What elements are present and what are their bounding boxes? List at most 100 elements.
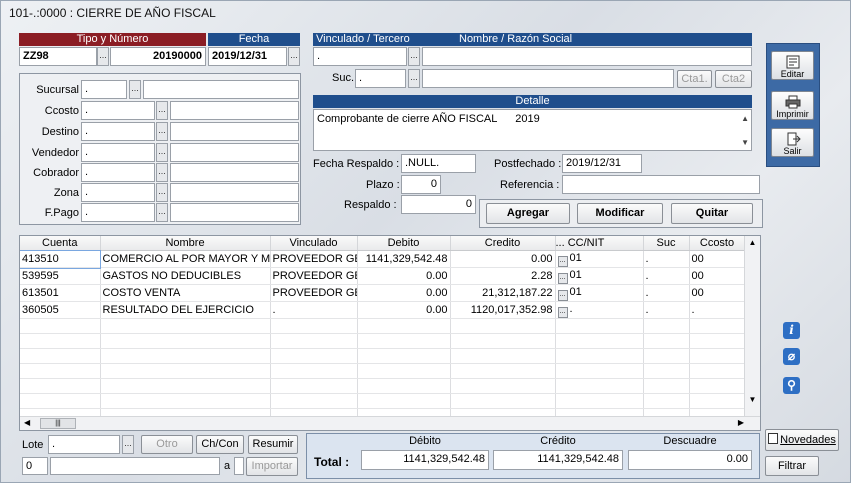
cc-nit-lookup-button[interactable]: ... xyxy=(557,307,568,318)
grid-cell[interactable] xyxy=(450,318,556,334)
grid-cell[interactable] xyxy=(643,348,690,364)
grid-cell[interactable]: 00 xyxy=(689,284,746,302)
grid-cell[interactable] xyxy=(20,393,101,409)
numero-field[interactable]: 20190000 xyxy=(110,47,206,66)
grid-cell[interactable] xyxy=(357,363,451,379)
left-field-lookup-button[interactable]: ... xyxy=(156,163,168,182)
grid-cell[interactable]: COMERCIO AL POR MAYOR Y MENO xyxy=(100,250,271,268)
grid-cell[interactable] xyxy=(270,333,358,349)
table-row[interactable] xyxy=(20,333,746,349)
suc-name-field[interactable] xyxy=(422,69,674,88)
grid-cell[interactable] xyxy=(555,318,644,334)
grid-column-header[interactable]: Debito xyxy=(357,236,451,251)
scroll-left-icon[interactable]: ◀ xyxy=(24,418,30,427)
grid-cell[interactable]: 2.28 xyxy=(450,267,556,285)
grid-cell[interactable] xyxy=(100,393,271,409)
grid-cell[interactable] xyxy=(643,363,690,379)
grid-cell[interactable] xyxy=(100,378,271,394)
left-field-lookup-button[interactable]: ... xyxy=(156,203,168,222)
modificar-button[interactable]: Modificar xyxy=(577,203,663,224)
table-row[interactable] xyxy=(20,318,746,334)
grid-cell[interactable] xyxy=(450,333,556,349)
grid-cell[interactable]: PROVEEDOR GEN xyxy=(270,250,358,268)
grid-column-header[interactable]: Vinculado xyxy=(270,236,358,251)
grid-cell[interactable]: 0.00 xyxy=(450,250,556,268)
grid-cell[interactable] xyxy=(643,378,690,394)
grid-cell[interactable] xyxy=(555,348,644,364)
filtrar-button[interactable]: Filtrar xyxy=(765,456,819,476)
grid-cell[interactable] xyxy=(357,318,451,334)
grid-cell[interactable] xyxy=(100,348,271,364)
grid-cell[interactable] xyxy=(689,333,746,349)
table-row[interactable] xyxy=(20,393,746,409)
left-field-input[interactable]: . xyxy=(81,203,155,222)
table-row[interactable] xyxy=(20,348,746,364)
fecha-respaldo-field[interactable]: .NULL. xyxy=(401,154,476,173)
grid-cell[interactable] xyxy=(689,363,746,379)
grid-cell[interactable] xyxy=(450,393,556,409)
left-field-desc[interactable] xyxy=(170,143,299,162)
left-field-input[interactable]: . xyxy=(81,122,155,141)
grid-cell[interactable]: .... xyxy=(555,301,644,319)
table-row[interactable]: 539595GASTOS NO DEDUCIBLESPROVEEDOR GEN0… xyxy=(20,267,746,285)
left-field-input[interactable]: . xyxy=(81,143,155,162)
scroll-down-icon[interactable]: ▼ xyxy=(745,395,760,404)
left-field-lookup-button[interactable]: ... xyxy=(156,101,168,120)
respaldo-field[interactable]: 0 xyxy=(401,195,476,214)
attach-icon[interactable]: ⌀ xyxy=(783,348,800,365)
importar-button[interactable]: Importar xyxy=(246,457,298,476)
cta2-button[interactable]: Cta2 xyxy=(715,70,752,88)
grid-cell[interactable] xyxy=(450,378,556,394)
cc-nit-lookup-button[interactable]: ... xyxy=(557,273,568,284)
info-icon[interactable]: i xyxy=(783,322,800,339)
grid-cell[interactable] xyxy=(689,318,746,334)
grid-cell[interactable] xyxy=(270,363,358,379)
grid-horizontal-scrollbar[interactable]: ◀ ||| ▶ xyxy=(20,416,760,430)
grid-cell[interactable]: ... 01 xyxy=(555,250,644,268)
cta1-button[interactable]: Cta1. xyxy=(677,70,712,88)
referencia-field[interactable] xyxy=(562,175,760,194)
left-field-desc[interactable] xyxy=(143,80,299,99)
imprimir-button[interactable]: Imprimir xyxy=(771,91,814,120)
plazo-field[interactable]: 0 xyxy=(401,175,441,194)
grid-cell[interactable]: . xyxy=(643,250,690,268)
left-field-input[interactable]: . xyxy=(81,163,155,182)
salir-button[interactable]: Salir xyxy=(771,128,814,157)
vinculado-field[interactable]: . xyxy=(313,47,407,66)
grid-cell[interactable] xyxy=(555,393,644,409)
grid-cell[interactable]: ... 01 xyxy=(555,284,644,302)
quitar-button[interactable]: Quitar xyxy=(671,203,753,224)
grid-cell[interactable]: PROVEEDOR GEN xyxy=(270,267,358,285)
grid-cell[interactable] xyxy=(270,318,358,334)
grid-cell[interactable] xyxy=(270,378,358,394)
left-field-lookup-button[interactable]: ... xyxy=(156,143,168,162)
agregar-button[interactable]: Agregar xyxy=(486,203,570,224)
left-field-desc[interactable] xyxy=(170,203,299,222)
grid-cell[interactable]: 1141,329,542.48 xyxy=(357,250,451,268)
tipo-field[interactable]: ZZ98 xyxy=(19,47,97,66)
otro-button[interactable]: Otro xyxy=(141,435,193,454)
grid-cell[interactable] xyxy=(450,348,556,364)
grid-cell[interactable] xyxy=(357,378,451,394)
grid-column-header[interactable]: Suc xyxy=(643,236,690,251)
left-field-desc[interactable] xyxy=(170,183,299,202)
grid-cell[interactable] xyxy=(555,363,644,379)
grid-cell[interactable]: GASTOS NO DEDUCIBLES xyxy=(100,267,271,285)
cc-nit-lookup-button[interactable]: ... xyxy=(557,290,568,301)
grid-cell[interactable] xyxy=(100,363,271,379)
grid-column-header[interactable]: Credito xyxy=(450,236,556,251)
grid-cell[interactable]: 539595 xyxy=(20,267,101,285)
grid-cell[interactable]: 360505 xyxy=(20,301,101,319)
suc-field[interactable]: . xyxy=(355,69,406,88)
grid-cell[interactable]: . xyxy=(689,301,746,319)
grid-cell[interactable] xyxy=(357,393,451,409)
novedades-button[interactable]: Novedades xyxy=(765,429,839,451)
chcon-button[interactable]: Ch/Con xyxy=(196,435,244,454)
grid-cell[interactable]: COSTO VENTA xyxy=(100,284,271,302)
editar-button[interactable]: Editar xyxy=(771,51,814,80)
grid-column-header[interactable]: Cuenta xyxy=(20,236,101,251)
grid-cell[interactable]: . xyxy=(643,301,690,319)
search-icon[interactable]: ⚲ xyxy=(783,377,800,394)
grid-cell[interactable]: . xyxy=(643,267,690,285)
grid-cell[interactable]: 0.00 xyxy=(357,284,451,302)
